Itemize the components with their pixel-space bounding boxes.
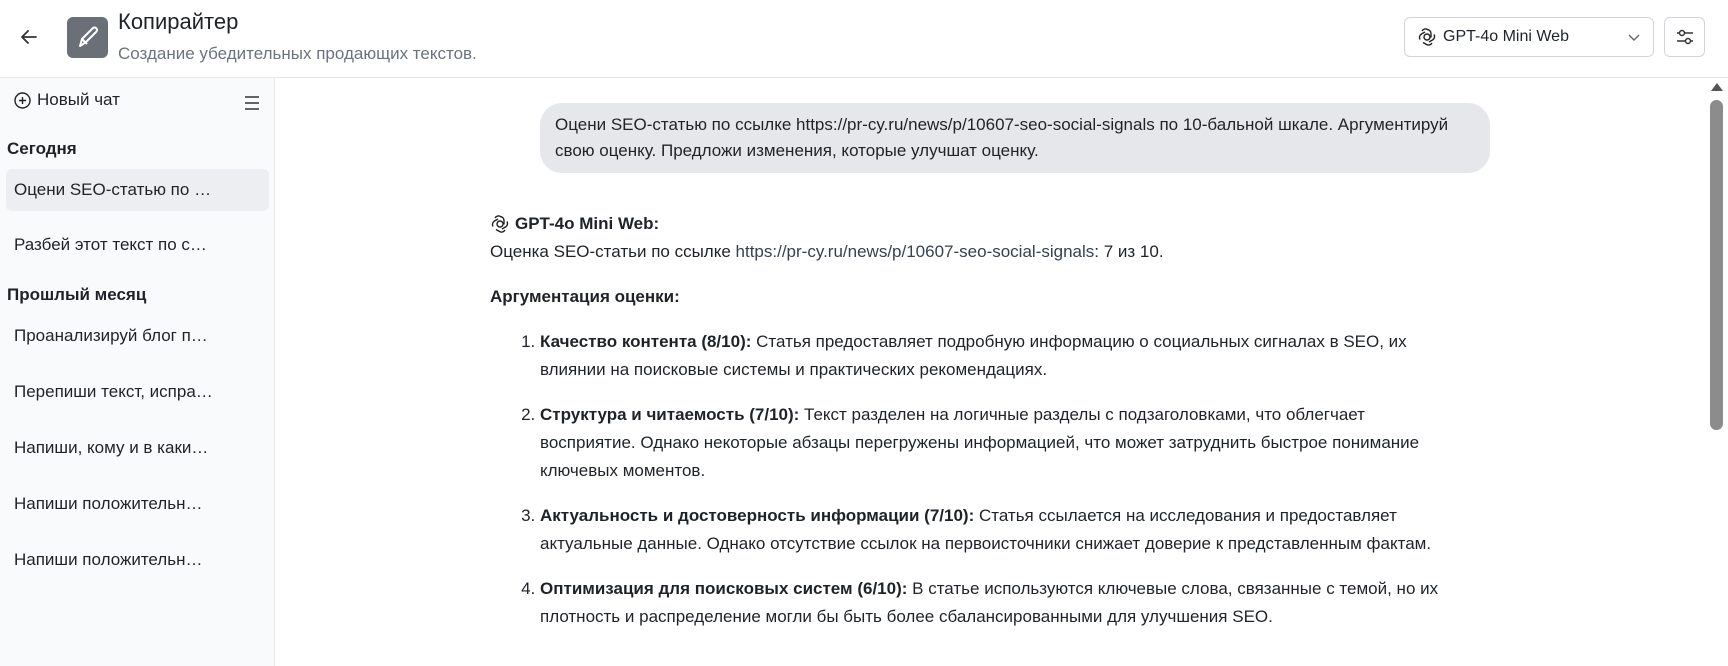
chat-item-label: Напиши положительный отзыв — [14, 494, 214, 513]
page-title: Копирайтер — [118, 9, 239, 34]
chat-item-label: Разбей этот текст по смыслу — [14, 235, 214, 254]
point-title: Оптимизация для поисковых систем (6/10): — [540, 579, 908, 598]
app-logo — [67, 17, 108, 58]
user-message: Оцени SEO-статью по ссылке https://pr-cy… — [540, 103, 1490, 173]
assistant-name: GPT-4o Mini Web: — [515, 214, 660, 233]
scrollbar[interactable] — [1706, 78, 1728, 666]
list-item: Актуальность и достоверность информации … — [540, 502, 1450, 558]
assistant-message: GPT-4o Mini Web: Оценка SEO-статьи по сс… — [490, 210, 1450, 648]
list-item: Качество контента (8/10): Статья предост… — [540, 328, 1450, 384]
hamburger-icon — [245, 96, 259, 110]
chat-item[interactable]: Напиши положительный отзыв — [6, 483, 269, 525]
back-button[interactable] — [14, 22, 44, 52]
scroll-thumb[interactable] — [1710, 100, 1723, 430]
section-title-today: Сегодня — [7, 139, 77, 158]
chat-item-label: Напиши, кому и в каких случаях — [14, 438, 214, 457]
chat-item-label: Проанализируй блог по ссылке — [14, 326, 214, 345]
sidebar: Новый чат Сегодня Оцени SEO-статью по сс… — [0, 78, 275, 666]
new-chat-button[interactable]: Новый чат — [13, 90, 120, 110]
point-title: Качество контента (8/10): — [540, 332, 752, 351]
page-subtitle: Создание убедительных продающих текстов. — [118, 44, 477, 63]
model-select-value: GPT-4o Mini Web — [1443, 28, 1569, 45]
article-link[interactable]: https://pr-cy.ru/news/p/10607-seo-social… — [736, 242, 1095, 261]
chat-item[interactable]: Разбей этот текст по смыслу — [6, 224, 269, 266]
chat-item[interactable]: Проанализируй блог по ссылке — [6, 315, 269, 357]
chat-item-label: Напиши положительный отзыв о товаре — [14, 550, 214, 569]
chat-item[interactable]: Напиши положительный отзыв о товаре — [6, 539, 269, 581]
section-title-last-month: Прошлый месяц — [7, 285, 147, 304]
intro-prefix: Оценка SEO-статьи по ссылке — [490, 242, 736, 261]
app-header: Копирайтер Создание убедительных продающ… — [0, 0, 1728, 78]
assistant-header: GPT-4o Mini Web: — [490, 210, 1450, 238]
menu-button[interactable] — [240, 91, 264, 115]
list-item: Структура и читаемость (7/10): Текст раз… — [540, 401, 1450, 485]
chat-item-label: Перепиши текст, исправив ошибки — [14, 382, 214, 401]
point-title: Структура и читаемость (7/10): — [540, 405, 800, 424]
chat-item[interactable]: Оцени SEO-статью по ссылке https://pr-cy… — [6, 169, 269, 211]
chat-item-label: Оцени SEO-статью по ссылке https://pr-cy… — [14, 180, 214, 199]
sliders-icon — [1676, 29, 1693, 45]
openai-icon — [490, 214, 510, 234]
new-chat-label: Новый чат — [37, 90, 120, 109]
settings-button[interactable] — [1664, 17, 1705, 57]
assistant-intro: Оценка SEO-статьи по ссылке https://pr-c… — [490, 238, 1450, 266]
points-list: Качество контента (8/10): Статья предост… — [490, 328, 1450, 631]
chat-item[interactable]: Перепиши текст, исправив ошибки — [6, 371, 269, 413]
scroll-up-arrow[interactable] — [1711, 83, 1723, 91]
arrow-left-icon — [21, 30, 37, 44]
list-item: Оптимизация для поисковых систем (6/10):… — [540, 575, 1450, 631]
intro-suffix: : 7 из 10. — [1094, 242, 1164, 261]
chat-area: Оцени SEO-статью по ссылке https://pr-cy… — [275, 78, 1728, 666]
plus-circle-icon — [13, 91, 32, 110]
chevron-down-icon — [1627, 30, 1641, 44]
point-title: Актуальность и достоверность информации … — [540, 506, 975, 525]
pencil-icon — [78, 26, 98, 47]
openai-icon — [1417, 27, 1437, 47]
chat-item[interactable]: Напиши, кому и в каких случаях — [6, 427, 269, 469]
argument-heading: Аргументация оценки: — [490, 287, 680, 306]
model-select[interactable]: GPT-4o Mini Web — [1404, 17, 1654, 57]
